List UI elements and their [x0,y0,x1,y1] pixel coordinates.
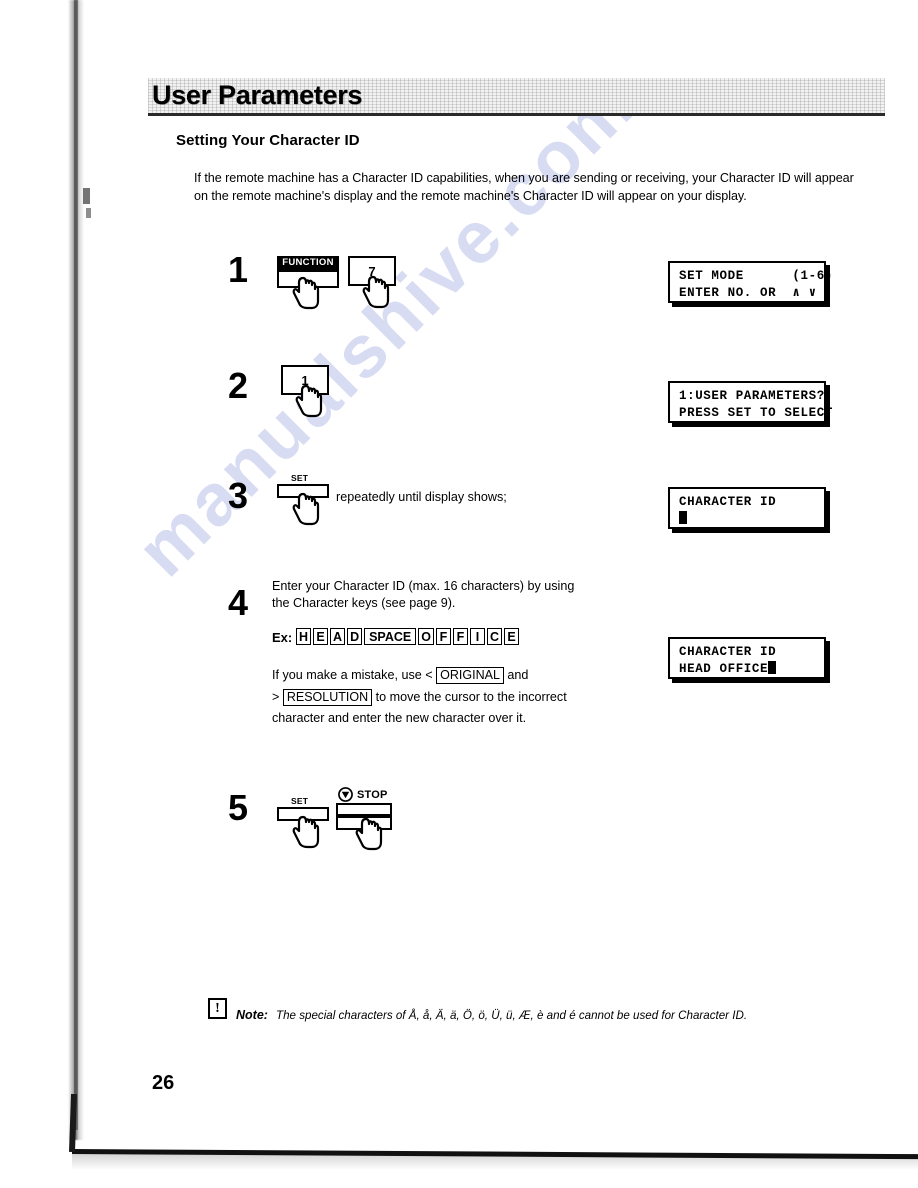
lcd-cursor [768,661,777,674]
note-warning-icon: ! [208,998,227,1019]
character-key[interactable]: H [296,628,312,645]
character-key[interactable]: I [469,628,485,645]
stop-key-cap-label: STOP [357,789,388,801]
character-key[interactable]: D [347,628,363,645]
lcd-line-1: CHARACTER ID [679,645,777,659]
pointing-hand-icon [292,276,320,310]
mistake-prefix-2: > [272,690,280,704]
stop-key-body-top[interactable] [336,803,392,816]
scan-gutter-line [74,0,78,1130]
set-key-cap-label: SET [291,473,309,483]
lcd-display-1: SET MODE (1-6) ENTER NO. OR ∧ ∨ [668,261,833,303]
pointing-hand-icon [292,815,320,849]
step-4-mistake-line-3: character and enter the new character ov… [272,711,527,725]
step-number-5: 5 [228,787,249,828]
lcd-cursor [679,511,687,524]
page-title: User Parameters [152,80,363,110]
step-number-2: 2 [228,365,249,406]
character-key[interactable]: O [418,628,434,645]
lcd-display-4: CHARACTER ID HEAD OFFICE [668,637,826,679]
pointing-hand-icon [355,817,383,851]
character-key[interactable]: A [330,628,346,645]
mistake-text-part-2: and [507,668,529,682]
lcd-line-1: CHARACTER ID [679,495,777,509]
lcd-display-3: CHARACTER ID [668,487,826,529]
lcd-display-2: 1:USER PARAMETERS? PRESS SET TO SELECT [668,381,833,423]
stop-symbol-icon [338,787,353,802]
set-key-cap-label: SET [291,796,309,806]
character-key[interactable]: E [504,628,519,645]
step-number-1: 1 [228,249,249,290]
lcd-line-1: SET MODE (1-6) [679,269,833,283]
page-number: 26 [152,1072,175,1094]
step-number-3: 3 [228,475,249,516]
function-key-cap[interactable]: FUNCTION [277,256,339,270]
lcd-line-2: PRESS SET TO SELECT [679,406,833,420]
step-4-mistake-line-2: > RESOLUTION to move the cursor to the i… [272,689,567,707]
original-key-reference[interactable]: ORIGINAL [436,667,504,684]
lcd-line-1: 1:USER PARAMETERS? [679,389,825,403]
character-key-space[interactable]: SPACE [364,628,417,645]
step-4-line-2: the Character keys (see page 9). [272,596,456,610]
header-rule [148,113,885,116]
lcd-line-2 [679,511,824,528]
scan-speck [86,208,91,218]
intro-paragraph: If the remote machine has a Character ID… [194,171,854,203]
section-title: Setting Your Character ID [176,132,360,149]
note-label: Note: [236,1008,268,1022]
scan-speck [83,188,90,204]
step-4-mistake-line-1: If you make a mistake, use < ORIGINAL an… [272,667,528,685]
step-4-line-1: Enter your Character ID (max. 16 charact… [272,579,575,593]
character-key[interactable]: F [435,628,451,645]
character-key[interactable]: C [486,628,502,645]
note-text: The special characters of Å, å, Ä, ä, Ö,… [276,1009,748,1022]
mistake-text-part-3: to move the cursor to the incorrect [375,690,567,704]
resolution-key-reference[interactable]: RESOLUTION [282,689,373,706]
pointing-hand-icon [295,384,323,418]
character-key[interactable]: F [452,628,468,645]
document-page: manualshive.com User Parameters Setting … [0,0,918,1188]
lcd-line-2-text: HEAD OFFICE [679,662,769,676]
lcd-line-2: ENTER NO. OR ∧ ∨ [679,286,817,300]
mistake-text-part-1: If you make a mistake, use < [272,668,433,682]
pointing-hand-icon [362,275,390,309]
step-3-text: repeatedly until display shows; [336,490,507,504]
character-key[interactable]: E [313,628,329,645]
pointing-hand-icon [292,492,320,526]
lcd-line-2: HEAD OFFICE [679,661,824,678]
example-label: Ex: [272,630,293,645]
step-number-4: 4 [228,582,249,623]
example-character-keys: H E A D SPACE O F F I C E [296,628,519,645]
page-edge-corner [68,1093,78,1153]
